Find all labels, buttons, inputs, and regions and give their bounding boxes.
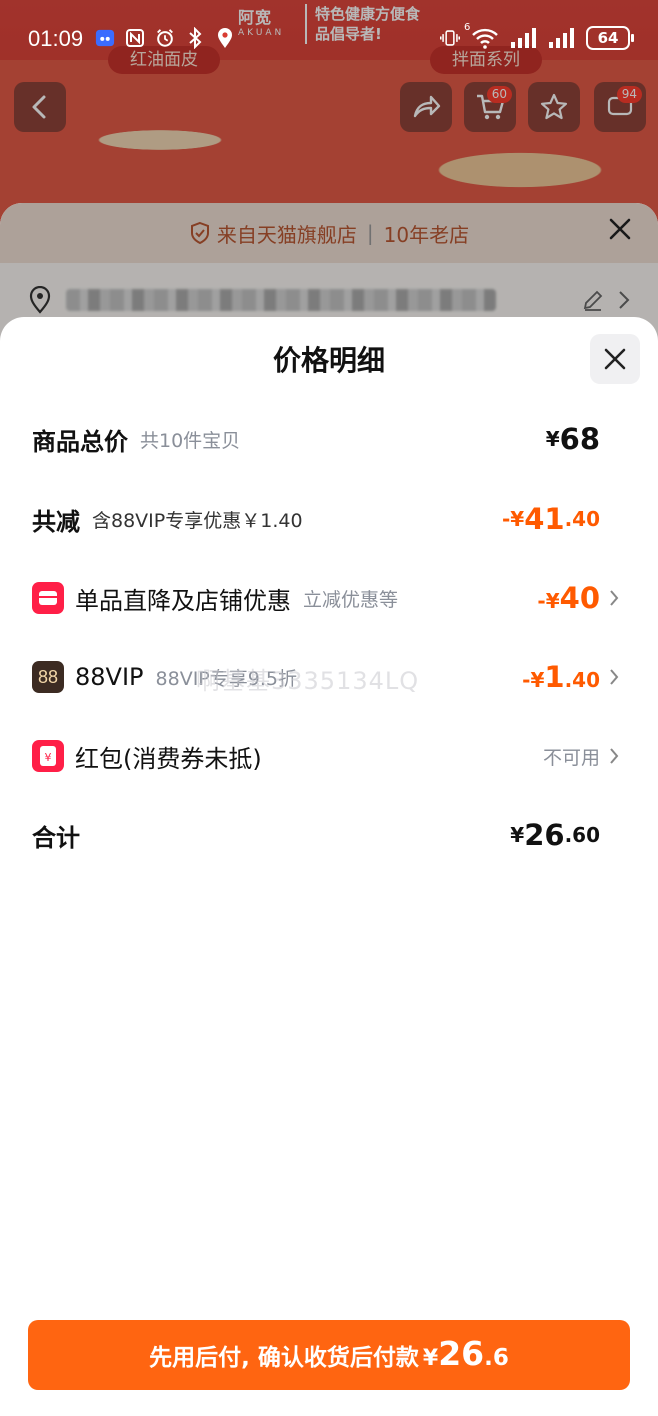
vip-88-icon: 88: [32, 661, 64, 693]
red-packet-label: 红包(消费券未抵): [75, 744, 262, 773]
pay-button-decimal: .6: [484, 1345, 509, 1371]
status-bar: 01:09 6 64: [0, 0, 658, 80]
svg-text:¥: ¥: [45, 751, 52, 764]
sum-label: 合计: [32, 823, 80, 852]
chevron-right-icon: [606, 746, 622, 766]
item-count: 共10件宝贝: [140, 429, 241, 452]
store-coupon-icon: [32, 582, 64, 614]
red-packet-value-group: 不可用: [543, 743, 622, 770]
signal-icon: [510, 28, 538, 48]
pay-later-button[interactable]: 先用后付, 确认收货后付款 ¥26.6: [28, 1320, 630, 1390]
total-price-label: 商品总价: [32, 427, 128, 456]
chevron-right-icon: [606, 588, 622, 608]
bluetooth-icon: [185, 27, 205, 49]
alarm-icon: [155, 28, 175, 48]
signal-icon-2: [548, 28, 576, 48]
pay-button-text: 先用后付, 确认收货后付款: [149, 1345, 419, 1371]
sum-row: 合计 ¥26.60: [32, 815, 622, 855]
pay-button-currency: ¥: [422, 1346, 439, 1371]
discount-value: -¥ 41.40: [501, 502, 600, 536]
chevron-right-icon: [606, 667, 622, 687]
battery-icon: 64: [586, 26, 634, 50]
red-packet-status: 不可用: [542, 746, 600, 769]
location-icon: [215, 28, 235, 48]
total-price-value: ¥68: [545, 422, 600, 456]
store-promo-value-group: -¥40: [537, 581, 622, 615]
store-promo-label: 单品直降及店铺优惠: [75, 586, 291, 615]
network-badge: 6: [464, 22, 471, 33]
nfc-icon: [125, 28, 145, 48]
battery-level: 64: [597, 29, 619, 47]
pay-button-amount: 26: [438, 1334, 485, 1373]
discount-label: 共减: [32, 507, 80, 536]
red-packet-row[interactable]: ¥ 红包(消费券未抵) 不可用: [32, 736, 622, 776]
store-promo-sub: 立减优惠等: [303, 588, 399, 611]
vip-discount-value: -¥1.40: [522, 660, 600, 694]
wifi-icon: 6: [464, 22, 500, 49]
store-promo-row[interactable]: 单品直降及店铺优惠 立减优惠等 -¥40: [32, 578, 622, 618]
close-button[interactable]: [590, 334, 640, 384]
price-detail-sheet: 价格明细 商品总价 共10件宝贝 ¥68 共减 含88VIP专享优惠￥1.40 …: [0, 317, 658, 1416]
total-price-row: 商品总价 共10件宝贝 ¥68: [32, 419, 622, 459]
sum-value: ¥26.60: [510, 818, 600, 852]
status-time: 01:09: [28, 26, 84, 51]
app-notify-icon: [95, 28, 115, 48]
vip-value-group: -¥1.40: [522, 660, 622, 694]
red-packet-icon: ¥: [32, 740, 64, 772]
vip-row[interactable]: 88 88VIP 88VIP专享9.5折 -¥1.40: [32, 657, 622, 697]
vip-label: 88VIP: [75, 663, 144, 691]
sheet-title: 价格明细: [272, 344, 385, 377]
vip-sub: 88VIP专享9.5折: [155, 667, 297, 690]
vibrate-icon: [440, 28, 460, 48]
store-promo-value: -¥40: [537, 581, 600, 615]
close-icon: [604, 348, 626, 370]
discount-row: 共减 含88VIP专享优惠￥1.40 -¥ 41.40: [32, 499, 622, 539]
discount-detail: 含88VIP专享优惠￥1.40: [92, 509, 303, 532]
